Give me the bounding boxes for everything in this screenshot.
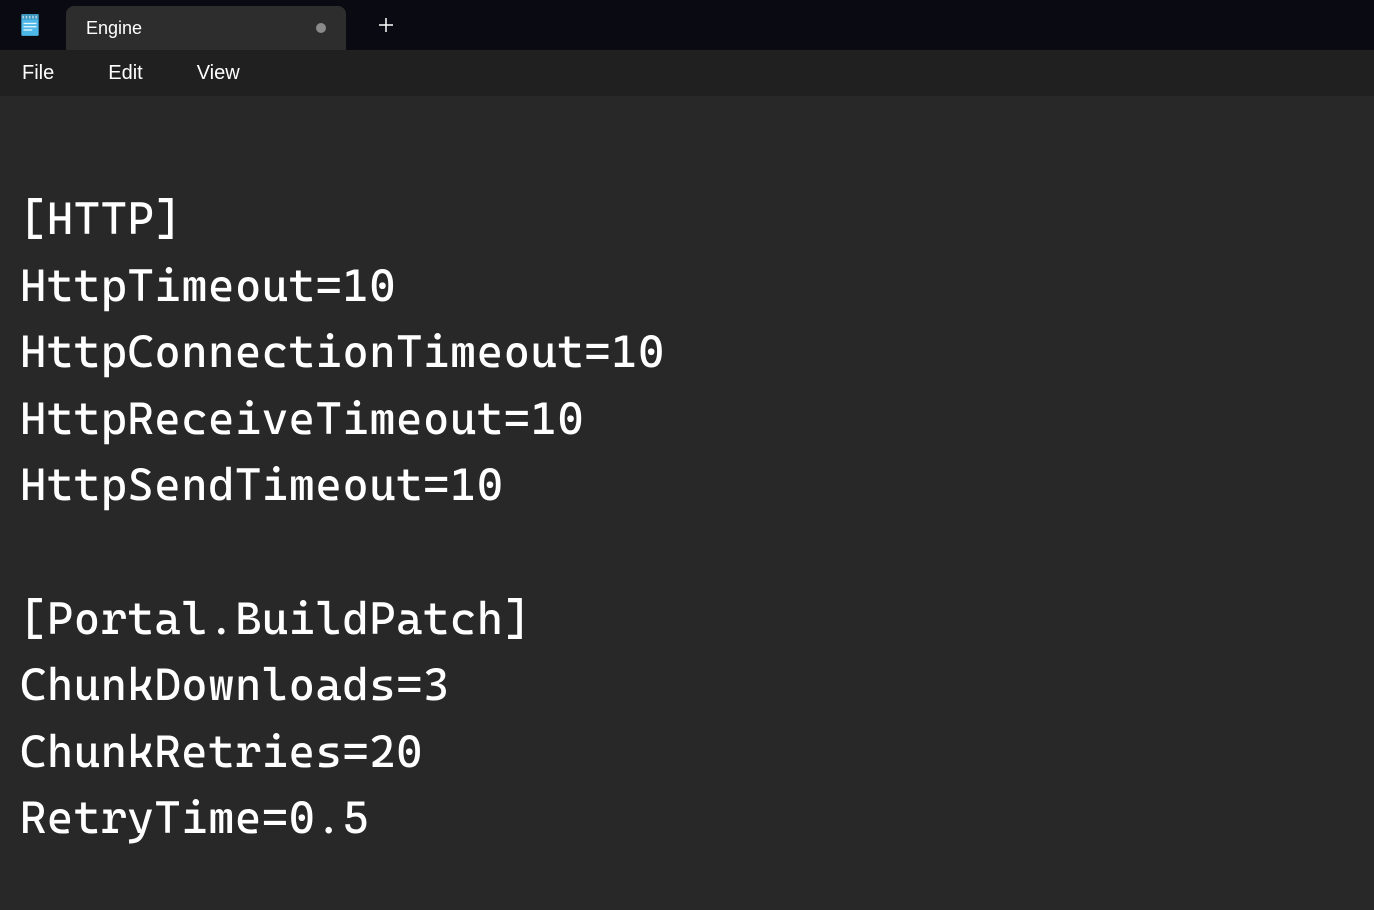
- notepad-icon: [16, 11, 44, 39]
- menu-edit[interactable]: Edit: [100, 58, 150, 89]
- menubar: File Edit View: [0, 50, 1374, 96]
- menu-file[interactable]: File: [14, 58, 62, 89]
- editor-area[interactable]: [HTTP] HttpTimeout=10 HttpConnectionTime…: [0, 96, 1374, 910]
- menu-view[interactable]: View: [189, 58, 248, 89]
- new-tab-button[interactable]: [366, 5, 406, 45]
- titlebar: Engine: [0, 0, 1374, 50]
- tab-title: Engine: [86, 18, 302, 39]
- modified-indicator-icon: [316, 23, 326, 33]
- editor-content[interactable]: [HTTP] HttpTimeout=10 HttpConnectionTime…: [20, 186, 1354, 852]
- tab-engine[interactable]: Engine: [66, 6, 346, 50]
- plus-icon: [377, 16, 395, 34]
